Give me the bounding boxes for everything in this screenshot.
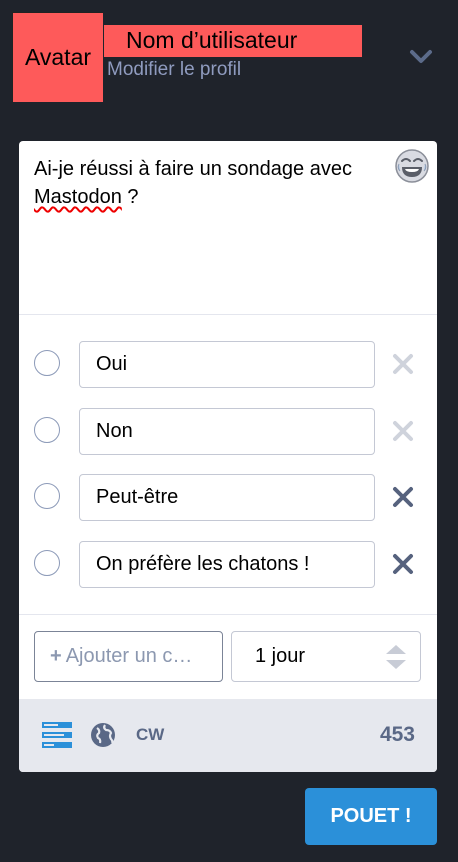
username-text: Nom d’utilisateur — [126, 27, 298, 53]
add-choice-label: Ajouter un c… — [65, 645, 193, 667]
misspelled-word: Mastodon — [34, 186, 122, 208]
poll-option-radio[interactable] — [34, 483, 60, 509]
divider — [19, 314, 437, 315]
chevron-down-icon[interactable] — [408, 44, 434, 70]
compose-toolbar: CW 453 — [19, 699, 437, 772]
divider — [19, 614, 437, 615]
poll-option-input[interactable]: Peut-être — [79, 474, 375, 521]
status-text-end: ? — [121, 186, 139, 208]
poll-option-radio[interactable] — [34, 550, 60, 576]
plus-icon: + — [50, 645, 62, 667]
poll-duration-select[interactable]: 1 jour — [231, 631, 421, 682]
character-counter: 453 — [379, 723, 415, 746]
compose-form: Ai-je réussi à faire un sondage avec Mas… — [19, 141, 437, 772]
globe-icon[interactable] — [90, 722, 116, 748]
poll-option-row: Non — [19, 408, 437, 456]
remove-option-icon[interactable] — [392, 486, 414, 508]
status-text-start: Ai-je réussi à faire un sondage avec — [34, 158, 352, 180]
submit-button[interactable]: POUET ! — [305, 788, 437, 845]
edit-profile-link[interactable]: Modifier le profil — [107, 59, 241, 81]
remove-option-icon[interactable] — [392, 553, 414, 575]
status-textarea[interactable]: Ai-je réussi à faire un sondage avec Mas… — [34, 155, 384, 211]
poll-option-row: Peut-être — [19, 474, 437, 522]
poll-option-input[interactable]: Non — [79, 408, 375, 455]
avatar[interactable]: Avatar — [12, 12, 103, 102]
content-warning-button[interactable]: CW — [136, 725, 164, 745]
remove-option-icon[interactable] — [392, 420, 414, 442]
poll-option-row: On préfère les chatons ! — [19, 541, 437, 589]
avatar-label: Avatar — [24, 44, 92, 70]
poll-option-row: Oui — [19, 341, 437, 389]
poll-icon[interactable] — [42, 722, 72, 748]
username: Nom d’utilisateur — [104, 25, 362, 57]
poll-option-input[interactable]: Oui — [79, 341, 375, 388]
poll-duration-value: 1 jour — [255, 645, 306, 667]
laughing-emoji-icon[interactable] — [394, 148, 430, 184]
add-choice-button[interactable]: + Ajouter un c… — [34, 631, 223, 682]
remove-option-icon[interactable] — [392, 353, 414, 375]
poll-option-radio[interactable] — [34, 417, 60, 443]
poll-option-radio[interactable] — [34, 350, 60, 376]
poll-option-input[interactable]: On préfère les chatons ! — [79, 541, 375, 588]
select-arrows-icon — [386, 645, 406, 669]
